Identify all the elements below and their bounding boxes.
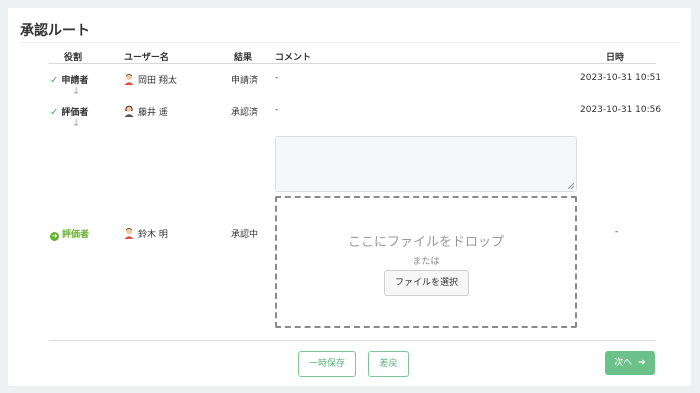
row-datetime: 2023-10-31 10:56 — [580, 105, 662, 115]
arrow-down-icon: ↓ — [72, 86, 81, 97]
header-result: 結果 — [234, 53, 253, 63]
row-comment: - — [275, 73, 279, 83]
row-user: 岡田 翔太 — [124, 73, 177, 86]
file-dropzone[interactable]: ここにファイルをドロップ または ファイルを選択 — [275, 196, 577, 328]
row-user: 鈴木 明 — [124, 227, 168, 240]
row-role: 評価者 — [61, 108, 89, 118]
check-icon: ✓ — [50, 107, 59, 118]
next-button[interactable]: 次へ ➔ — [605, 351, 655, 375]
header-role: 役割 — [64, 53, 83, 63]
footer-divider — [49, 340, 656, 341]
header-datetime: 日時 — [606, 53, 625, 63]
header-divider — [49, 63, 656, 64]
next-button-label: 次へ — [614, 358, 633, 368]
header-user: ユーザー名 — [124, 53, 169, 63]
avatar-male-icon — [124, 228, 134, 239]
comment-textarea[interactable] — [275, 136, 577, 192]
row-role: 申請者 — [61, 76, 89, 86]
arrow-down-icon: ↓ — [72, 118, 81, 129]
row-result: 承認中 — [231, 230, 259, 240]
arrow-right-icon: ➔ — [638, 358, 646, 368]
row-user-name: 岡田 翔太 — [138, 76, 177, 86]
save-draft-button[interactable]: 一時保存 — [298, 351, 356, 377]
header-comment: コメント — [275, 53, 312, 63]
row-user: 藤井 遥 — [124, 105, 168, 118]
send-back-button[interactable]: 差戻 — [368, 351, 409, 377]
avatar-female-icon — [124, 105, 134, 117]
select-file-button[interactable]: ファイルを選択 — [384, 270, 469, 296]
row-comment: - — [275, 105, 279, 115]
avatar-male-icon — [124, 74, 134, 85]
row-role: 評価者 — [62, 230, 90, 240]
table-row: ✓ 評価者 — [50, 105, 88, 118]
arrow-right-circle-icon: ➔ — [50, 232, 59, 241]
row-result: 承認済 — [231, 108, 259, 118]
row-user-name: 藤井 遥 — [138, 108, 168, 118]
row-datetime: 2023-10-31 10:51 — [580, 73, 662, 83]
row-datetime: - — [615, 227, 619, 237]
title-divider — [20, 42, 680, 43]
section-title: 承認ルート — [20, 23, 90, 39]
resize-handle-icon[interactable] — [568, 183, 574, 189]
row-result: 申請済 — [231, 76, 259, 86]
table-row: ✓ 申請者 — [50, 73, 88, 86]
row-user-name: 鈴木 明 — [138, 230, 168, 240]
check-icon: ✓ — [50, 75, 59, 86]
dropzone-text: ここにファイルをドロップ — [347, 235, 504, 250]
table-row: ➔ 評価者 — [50, 227, 89, 241]
dropzone-or-text: または — [412, 257, 440, 267]
